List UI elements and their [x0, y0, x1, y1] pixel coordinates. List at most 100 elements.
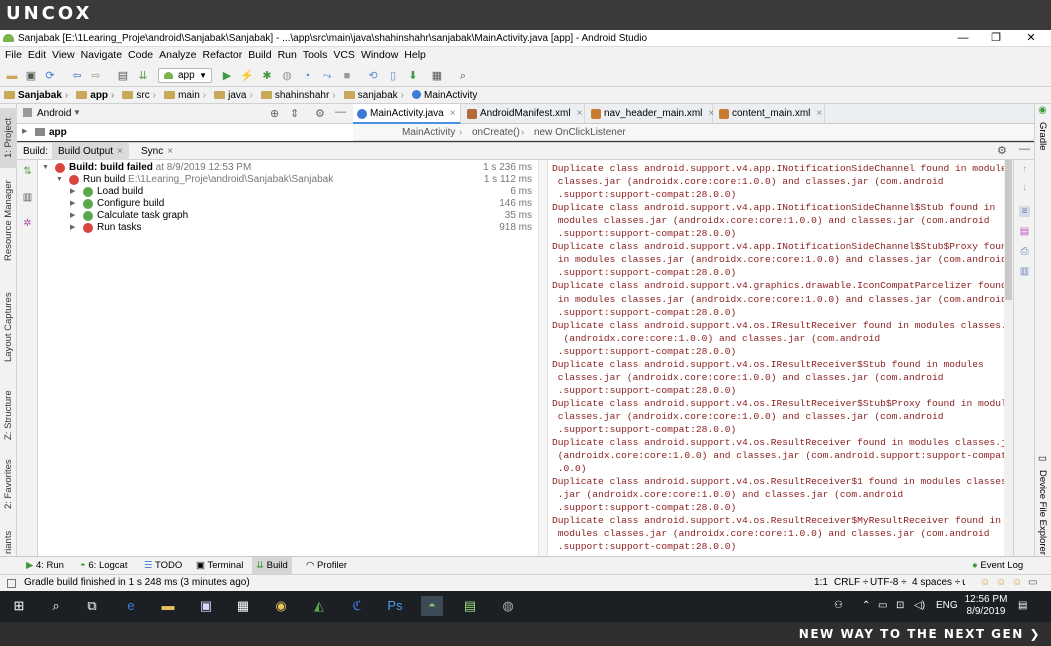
- app-icon[interactable]: ◍: [497, 596, 519, 616]
- tree-row[interactable]: ▼ Run build E:\1Learing_Proje\android\Sa…: [38, 174, 538, 186]
- input-language[interactable]: ENG: [936, 600, 958, 611]
- tab-content-main[interactable]: content_main.xml ×: [715, 104, 825, 124]
- tab-mainactivity[interactable]: MainActivity.java ×: [353, 104, 461, 124]
- close-button[interactable]: ✕: [1016, 31, 1046, 46]
- menu-code[interactable]: Code: [128, 47, 153, 61]
- tab-layout-captures[interactable]: Layout Captures: [0, 286, 17, 366]
- tray-chevron-icon[interactable]: ⌃: [862, 600, 870, 611]
- menu-build[interactable]: Build: [248, 47, 271, 61]
- breadcrumb-item[interactable]: main ›: [164, 87, 210, 104]
- menu-analyze[interactable]: Analyze: [159, 47, 196, 61]
- lock-icon[interactable]: ⍳: [962, 577, 965, 588]
- app-icon[interactable]: ▤: [459, 596, 481, 616]
- menu-window[interactable]: Window: [361, 47, 398, 61]
- tab-project[interactable]: 1: Project: [0, 108, 17, 168]
- tab-build-variants[interactable]: riants: [0, 529, 17, 556]
- rerun-icon[interactable]: ⇅: [22, 166, 33, 177]
- breadcrumb-item[interactable]: Sanjabak ›: [4, 87, 72, 104]
- search-icon[interactable]: ⌕: [45, 596, 67, 616]
- breadcrumb-item[interactable]: shahinshahr ›: [260, 87, 340, 104]
- debug-icon[interactable]: ✱: [260, 69, 274, 83]
- memory-indicator-icon[interactable]: ▭: [1028, 577, 1037, 588]
- tab-terminal[interactable]: ▣ Terminal: [192, 557, 247, 574]
- file-encoding[interactable]: UTF-8 ÷: [870, 577, 907, 588]
- menu-vcs[interactable]: VCS: [333, 47, 355, 61]
- taskbar-clock[interactable]: 12:56 PM 8/9/2019: [964, 594, 1008, 618]
- build-console-output[interactable]: Duplicate class android.support.v4.app.I…: [548, 160, 1014, 556]
- run-icon[interactable]: ▶: [220, 69, 234, 83]
- tab-todo[interactable]: ☰ TODO: [140, 557, 186, 574]
- scroll-to-end-icon[interactable]: ▤: [1019, 226, 1030, 237]
- smiley-icon[interactable]: ☺: [1012, 577, 1022, 588]
- chevron-down-icon[interactable]: ▼: [73, 108, 81, 117]
- menu-refactor[interactable]: Refactor: [203, 47, 243, 61]
- task-view-icon[interactable]: ⧉: [81, 596, 103, 616]
- file-explorer-icon[interactable]: ▬: [157, 596, 179, 616]
- hide-icon[interactable]: —: [335, 106, 346, 118]
- smiley-icon[interactable]: ☺: [980, 577, 990, 588]
- breadcrumb-item[interactable]: src ›: [122, 87, 160, 104]
- close-icon[interactable]: ×: [708, 108, 714, 119]
- tab-logcat[interactable]: ◓ 6: Logcat: [76, 557, 131, 574]
- attach-debugger-icon[interactable]: ◔: [300, 69, 314, 83]
- tab-androidmanifest[interactable]: AndroidManifest.xml ×: [463, 104, 585, 124]
- app-icon[interactable]: ◭: [308, 596, 330, 616]
- scrollbar-thumb[interactable]: [1005, 160, 1012, 300]
- locate-icon[interactable]: ⊕: [270, 107, 279, 120]
- edge-icon[interactable]: e: [120, 596, 142, 616]
- chrome-icon[interactable]: ◉: [270, 596, 292, 616]
- expand-arrow-icon[interactable]: ▶: [22, 127, 27, 135]
- toggle-view-icon[interactable]: ▥: [22, 192, 33, 203]
- tab-resource-manager[interactable]: Resource Manager: [0, 176, 17, 266]
- line-separator[interactable]: CRLF ÷: [834, 577, 868, 588]
- open-folder-icon[interactable]: ▬: [5, 69, 19, 83]
- save-icon[interactable]: ▣: [24, 69, 38, 83]
- gear-icon[interactable]: ⚙: [997, 144, 1007, 157]
- store-icon[interactable]: ▦: [232, 596, 254, 616]
- tree-row[interactable]: ▶ Load build 6 ms: [38, 186, 538, 198]
- photoshop-icon[interactable]: Ps: [384, 596, 406, 616]
- tab-run[interactable]: ▶ 4: Run: [22, 557, 68, 574]
- hide-panel-icon[interactable]: —: [1019, 143, 1030, 155]
- path-item[interactable]: onCreate(): [472, 124, 520, 141]
- menu-navigate[interactable]: Navigate: [81, 47, 122, 61]
- tab-favorites[interactable]: 2: Favorites: [0, 459, 17, 514]
- profile-icon[interactable]: ◍: [280, 69, 294, 83]
- breadcrumb-item[interactable]: app ›: [76, 87, 118, 104]
- stop-icon[interactable]: ■: [340, 69, 354, 83]
- sdk-manager-icon[interactable]: ⬇: [406, 69, 420, 83]
- notification-icon[interactable]: ▤: [1018, 600, 1027, 611]
- console-scrollbar[interactable]: [1004, 160, 1013, 556]
- indent-setting[interactable]: 4 spaces ÷: [912, 577, 960, 588]
- app-icon[interactable]: ℭ: [346, 596, 368, 616]
- menu-file[interactable]: File: [5, 47, 22, 61]
- coverage-icon[interactable]: ⤳: [320, 69, 334, 83]
- people-icon[interactable]: ⚇: [834, 600, 843, 611]
- project-view-select[interactable]: Android: [23, 108, 71, 119]
- collapse-icon[interactable]: ⇕: [290, 107, 299, 120]
- tree-row[interactable]: ▼ Build: build failed at 8/9/2019 12:53 …: [38, 162, 538, 174]
- volume-icon[interactable]: ◁): [914, 600, 925, 611]
- battery-icon[interactable]: ▭: [878, 600, 887, 611]
- tab-device-file-explorer[interactable]: Device File Explorer: [1037, 470, 1048, 555]
- back-icon[interactable]: ⇦: [70, 69, 84, 83]
- close-icon[interactable]: ×: [117, 146, 123, 157]
- print-icon[interactable]: ⎙: [1019, 246, 1030, 257]
- breadcrumb-item[interactable]: MainActivity: [412, 87, 477, 104]
- tab-profiler[interactable]: ◠ Profiler: [302, 557, 351, 574]
- tab-nav-header-main[interactable]: nav_header_main.xml ×: [587, 104, 714, 124]
- event-log-button[interactable]: ● Event Log: [968, 557, 1027, 574]
- search-icon[interactable]: ⌕: [456, 69, 470, 83]
- project-tree-root[interactable]: ▶ app: [17, 124, 353, 141]
- project-structure-icon[interactable]: ▦: [430, 69, 444, 83]
- gear-icon[interactable]: ⚙: [315, 107, 325, 120]
- path-item[interactable]: MainActivity: [402, 124, 455, 141]
- close-icon[interactable]: ×: [816, 108, 822, 119]
- run-config-select[interactable]: app ▼: [158, 68, 212, 83]
- tool-windows-toggle-icon[interactable]: [7, 579, 16, 588]
- network-icon[interactable]: ⊡: [896, 600, 904, 611]
- tree-row[interactable]: ▶ Calculate task graph 35 ms: [38, 210, 538, 222]
- status-message[interactable]: Gradle build finished in 1 s 248 ms (3 m…: [24, 577, 250, 588]
- menu-view[interactable]: View: [52, 47, 75, 61]
- apply-changes-icon[interactable]: ⚡: [240, 69, 254, 83]
